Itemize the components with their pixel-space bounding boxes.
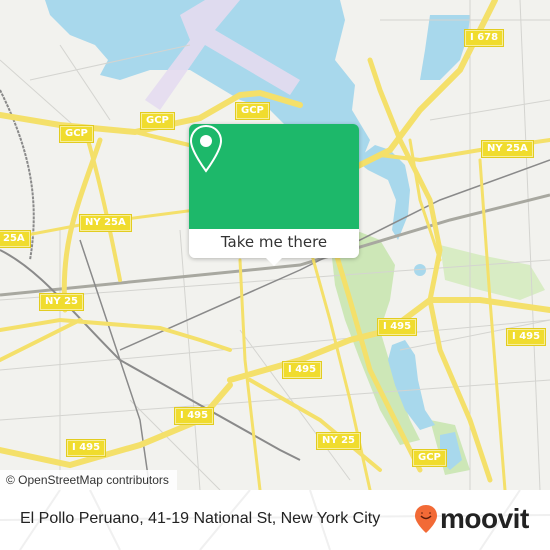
moovit-pin-icon (415, 505, 437, 533)
route-shield-i495: I 495 (505, 328, 547, 346)
popup-header[interactable] (189, 124, 359, 229)
route-shield-ny25a: NY 25A (79, 214, 132, 232)
route-shield-ny25: NY 25 (38, 293, 85, 311)
popup-pointer (265, 257, 283, 266)
park-east (440, 245, 545, 300)
route-shield-gcp: GCP (235, 102, 270, 120)
map-pin-icon (189, 124, 223, 173)
map-attribution[interactable]: © OpenStreetMap contributors (0, 470, 177, 490)
route-shield-i678: I 678 (463, 29, 505, 47)
take-me-there-button[interactable]: Take me there (189, 229, 359, 258)
route-shield-ny25a: NY 25A (481, 140, 534, 158)
route-shield-ny25: NY 25 (315, 432, 362, 450)
route-shield-gcp: GCP (59, 125, 94, 143)
moovit-logo[interactable]: moovit (414, 504, 529, 534)
map-canvas[interactable]: I 678 GCP GCP GCP NY 25A NY 25A 25A NY 2… (0, 0, 550, 490)
route-shield-ny25a: 25A (0, 230, 31, 248)
route-shield-i495: I 495 (65, 439, 107, 457)
route-shield-gcp: GCP (140, 112, 175, 130)
route-shield-i495: I 495 (376, 318, 418, 336)
route-shield-i495: I 495 (281, 361, 323, 379)
place-address: El Pollo Peruano, 41-19 National St, New… (20, 510, 381, 527)
location-popup[interactable]: Take me there (189, 124, 359, 266)
route-shield-gcp: GCP (412, 449, 447, 467)
route-shield-i495: I 495 (173, 407, 215, 425)
moovit-wordmark: moovit (440, 503, 529, 534)
